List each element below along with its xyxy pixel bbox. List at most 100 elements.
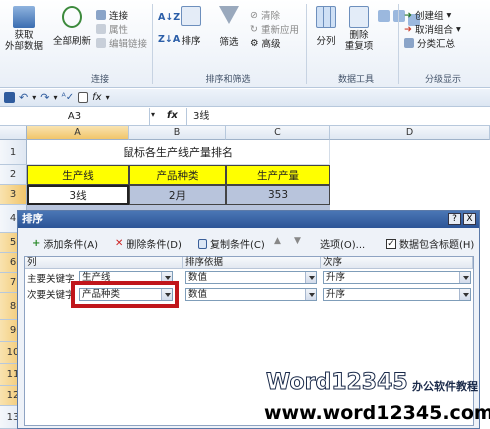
group-icon: ➜ (404, 9, 412, 21)
delete-level-icon: ✕ (115, 238, 124, 249)
chevron-down-icon (459, 272, 470, 283)
sort-button[interactable]: 排序 (178, 6, 204, 47)
save-icon[interactable] (4, 92, 15, 103)
redo-icon[interactable]: ↷ (40, 91, 49, 104)
formula-icon[interactable]: fx (92, 92, 101, 103)
options-button[interactable]: 选项(O)... (320, 236, 365, 251)
separator (306, 4, 307, 84)
watermark-brand: Word12345 (266, 370, 409, 396)
print-preview-icon[interactable] (78, 92, 89, 103)
link-icon (96, 10, 106, 20)
sort-za-icon[interactable]: Z↓A (158, 32, 180, 46)
secondary-order-select[interactable]: 升序 (323, 288, 471, 301)
table-cell[interactable]: 2月 (129, 185, 226, 205)
secondary-key-label: 次要关键字 (27, 290, 75, 301)
remove-duplicates-button[interactable]: 删除 重复项 (342, 6, 376, 52)
refresh-all-button[interactable]: 全部刷新 (52, 6, 92, 47)
header-cell[interactable]: 生产产量 (226, 165, 330, 185)
funnel-icon (219, 6, 239, 24)
database-icon (13, 6, 35, 28)
column-header-b[interactable]: B (129, 126, 226, 140)
checkbox-checked-icon: ✓ (386, 238, 396, 249)
move-down-icon[interactable]: ▼ (294, 236, 301, 246)
column-header-c[interactable]: C (226, 126, 330, 140)
text-to-columns-button[interactable]: 分列 (312, 6, 340, 47)
move-up-icon[interactable]: ▲ (274, 236, 281, 246)
chevron-down-icon (305, 272, 316, 283)
reapply-button[interactable]: ↻ 重新应用 (250, 22, 299, 37)
refresh-icon (62, 6, 82, 28)
advanced-icon: ⚙ (250, 37, 259, 49)
delete-level-button[interactable]: ✕ 删除条件(D) (115, 236, 182, 251)
chevron-down-icon[interactable]: ▾ (32, 93, 36, 102)
name-box[interactable]: A3 (0, 108, 150, 125)
select-all-corner[interactable] (0, 126, 27, 140)
highlight-box (71, 281, 179, 308)
ungroup-icon: ➜ (404, 23, 412, 35)
close-button[interactable]: X (463, 213, 476, 225)
column-header-order: 次序 (321, 257, 473, 269)
clear-icon: ⊘ (250, 9, 258, 21)
chevron-down-icon: ▾ (446, 9, 452, 21)
table-cell[interactable]: 353 (226, 185, 330, 205)
watermark: Word12345 办公软件教程 www.word12345.com (262, 368, 490, 428)
primary-order-select[interactable]: 升序 (323, 271, 471, 284)
group-label-outline: 分级显示 (424, 75, 461, 85)
copy-icon (198, 238, 207, 249)
subtotal-button[interactable]: 分类汇总 (404, 36, 461, 50)
watermark-tagline: 办公软件教程 (412, 380, 478, 393)
help-button[interactable]: ? (448, 213, 461, 225)
ungroup-button[interactable]: ➜ 取消组合 ▾ (404, 22, 461, 37)
formula-input[interactable]: 3线 (186, 108, 490, 125)
fx-button[interactable]: fx (167, 110, 178, 121)
group-label-connect: 连接 (90, 75, 109, 85)
active-cell-a3[interactable]: 3线 (27, 185, 129, 205)
chevron-down-icon (459, 289, 470, 300)
customize-qat-icon[interactable]: ▾ (106, 93, 110, 102)
chevron-down-icon: ▾ (455, 23, 461, 35)
data-validation-icon[interactable] (378, 10, 390, 22)
filter-button[interactable]: 筛选 (214, 6, 244, 48)
columns-icon (316, 6, 336, 28)
name-box-dropdown-icon[interactable]: ▾ (151, 110, 163, 119)
header-cell[interactable]: 产品种类 (129, 165, 226, 185)
edit-links-button[interactable]: 编辑链接 (96, 36, 147, 50)
subtotal-icon (404, 38, 414, 48)
group-label-tools: 数据工具 (337, 75, 374, 85)
sort-az-icon[interactable]: A↓Z (158, 10, 180, 24)
reapply-icon: ↻ (250, 23, 258, 35)
add-level-icon: + (32, 238, 41, 249)
row-header[interactable]: 2 (0, 165, 27, 185)
row-header[interactable]: 3 (0, 185, 27, 205)
advanced-button[interactable]: ⚙ 高级 (250, 36, 299, 51)
primary-sort-on-select[interactable]: 数值 (185, 271, 317, 284)
watermark-url: www.word12345.com (264, 402, 490, 424)
sort-dialog-icon (181, 6, 201, 26)
row-header[interactable]: 1 (0, 140, 27, 165)
chevron-down-icon[interactable]: ▾ (53, 93, 57, 102)
sort-dialog-title-bar: 排序 (18, 211, 479, 228)
remove-duplicates-icon (349, 6, 369, 28)
separator (398, 4, 399, 84)
spellcheck-icon[interactable]: ᴬ✓ (61, 92, 74, 103)
undo-icon[interactable]: ↶ (19, 91, 28, 104)
column-header-a[interactable]: A (27, 126, 129, 140)
column-header-d[interactable]: D (330, 126, 490, 140)
connections-button[interactable]: 连接 (96, 8, 147, 22)
secondary-sort-on-select[interactable]: 数值 (185, 288, 317, 301)
clear-button[interactable]: ⊘ 清除 (250, 8, 299, 23)
group-button[interactable]: ➜ 创建组 ▾ (404, 8, 461, 23)
quick-access-toolbar: ↶ ▾ ↷ ▾ ᴬ✓ fx ▾ (0, 89, 490, 107)
formula-bar: A3 ▾ fx 3线 (0, 108, 490, 126)
chevron-down-icon (305, 289, 316, 300)
add-level-button[interactable]: + 添加条件(A) (32, 236, 98, 251)
properties-icon (96, 24, 106, 34)
header-cell[interactable]: 生产线 (27, 165, 129, 185)
sheet-title-cell[interactable]: 鼠标各生产线产量排名 (27, 140, 330, 165)
properties-button[interactable]: 属性 (96, 22, 147, 36)
get-external-data-button[interactable]: 获取 外部数据 (4, 6, 44, 52)
has-header-checkbox[interactable]: ✓ 数据包含标题(H) (386, 236, 474, 251)
group-label-sort: 排序和筛选 (205, 75, 251, 85)
column-header-col: 列 (25, 257, 183, 269)
copy-level-button[interactable]: 复制条件(C) (198, 236, 265, 251)
